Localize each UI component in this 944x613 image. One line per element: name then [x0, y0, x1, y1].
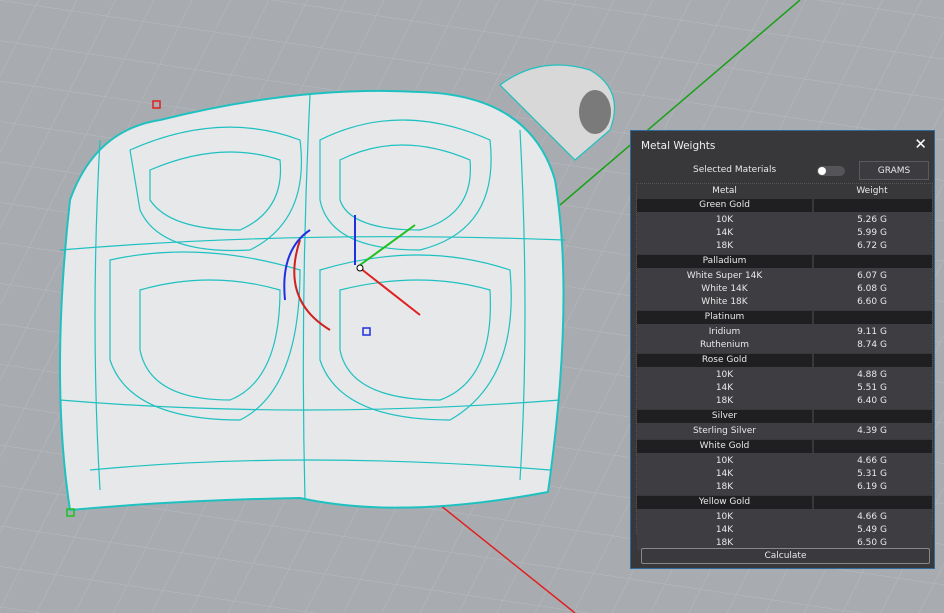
metal-weight: 6.19 G [857, 482, 887, 492]
metal-name: 10K [715, 370, 734, 380]
metal-name: 18K [715, 241, 734, 251]
metal-weight: 9.11 G [857, 327, 887, 337]
group-items: White Super 14K 6.07 G White 14K 6.08 G Whit… [637, 268, 932, 310]
metal-weight: 5.31 G [857, 469, 887, 479]
units-button[interactable]: GRAMS [859, 161, 929, 180]
metal-weight: 5.99 G [857, 228, 887, 238]
metal-name: 10K [715, 512, 734, 522]
metal-name: 14K [715, 383, 734, 393]
group-row[interactable]: Silver [637, 410, 932, 423]
group-weight [814, 440, 932, 453]
metal-weights-panel: Metal Weights ✕ Selected Materials GRAMS… [630, 130, 935, 569]
metal-name: Iridium [708, 327, 741, 337]
table-row[interactable]: Sterling Silver 4.39 G [637, 425, 932, 438]
metal-weight: 6.40 G [857, 396, 887, 406]
metal-weight: 8.74 G [857, 340, 887, 350]
metal-weight: 6.60 G [857, 297, 887, 307]
metal-name: White Super 14K [686, 271, 763, 281]
metal-name: 10K [715, 456, 734, 466]
table-row[interactable]: White 18K 6.60 G [637, 296, 932, 309]
group-row[interactable]: Green Gold [637, 199, 932, 212]
group-items: 10K 4.88 G 14K 5.51 G 18K 6.40 G [637, 367, 932, 409]
group-weight [814, 255, 932, 268]
column-header-weight: Weight [856, 186, 888, 196]
calculate-button[interactable]: Calculate [641, 548, 930, 564]
panel-title: Metal Weights [641, 140, 716, 152]
group-items: Iridium 9.11 G Ruthenium 8.74 G [637, 324, 932, 353]
table-row[interactable]: White Super 14K 6.07 G [637, 270, 932, 283]
group-items: 10K 4.66 G 14K 5.31 G 18K 6.19 G [637, 453, 932, 495]
group-name: Palladium [637, 255, 814, 268]
metal-weight: 5.49 G [857, 525, 887, 535]
selected-materials-toggle[interactable] [817, 166, 845, 176]
metal-weight: 6.08 G [857, 284, 887, 294]
group-row[interactable]: White Gold [637, 440, 932, 453]
group-row[interactable]: Platinum [637, 311, 932, 324]
metal-name: White 18K [701, 297, 748, 307]
group-name: White Gold [637, 440, 814, 453]
metal-name: 10K [715, 215, 734, 225]
group-name: Yellow Gold [637, 496, 814, 509]
table-row[interactable]: 14K 5.31 G [637, 468, 932, 481]
table-row[interactable]: 14K 5.51 G [637, 382, 932, 395]
table-row[interactable]: 10K 4.88 G [637, 369, 932, 382]
metal-weight: 5.51 G [857, 383, 887, 393]
group-weight [814, 311, 932, 324]
close-icon[interactable]: ✕ [914, 135, 927, 153]
table-row[interactable]: 10K 4.66 G [637, 455, 932, 468]
group-items: 10K 5.26 G 14K 5.99 G 18K 6.72 G [637, 212, 932, 254]
group-name: Platinum [637, 311, 814, 324]
group-row[interactable]: Rose Gold [637, 354, 932, 367]
group-weight [814, 199, 932, 212]
metal-name: 14K [715, 469, 734, 479]
metal-name: Sterling Silver [692, 426, 757, 436]
metal-weights-table: Metal Weight Green Gold 10K 5.26 G 14K 5.99 … [636, 183, 933, 551]
table-row[interactable]: 18K 6.72 G [637, 240, 932, 253]
metal-weight: 4.66 G [857, 512, 887, 522]
metal-name: White 14K [701, 284, 748, 294]
toggle-knob [818, 167, 826, 175]
group-weight [814, 496, 932, 509]
group-items: 10K 4.66 G 14K 5.49 G 18K 6.50 G [637, 509, 932, 551]
metal-name: 14K [715, 525, 734, 535]
table-row[interactable]: 14K 5.99 G [637, 227, 932, 240]
table-row[interactable]: 10K 4.66 G [637, 511, 932, 524]
group-name: Green Gold [637, 199, 814, 212]
selected-materials-row: Selected Materials GRAMS [631, 161, 934, 181]
table-row[interactable]: 18K 6.19 G [637, 481, 932, 494]
metal-weight: 4.88 G [857, 370, 887, 380]
group-name: Silver [637, 410, 814, 423]
table-row[interactable]: 14K 5.49 G [637, 524, 932, 537]
metal-name: 18K [715, 396, 734, 406]
table-row[interactable]: Iridium 9.11 G [637, 326, 932, 339]
metal-weight: 4.66 G [857, 456, 887, 466]
metal-weight: 4.39 G [857, 426, 887, 436]
table-row[interactable]: Ruthenium 8.74 G [637, 339, 932, 352]
column-header-metal: Metal [712, 186, 737, 196]
group-weight [814, 410, 932, 423]
table-header: Metal Weight [637, 184, 932, 198]
table-row[interactable]: 18K 6.40 G [637, 395, 932, 408]
metal-weight: 6.07 G [857, 271, 887, 281]
metal-name: Ruthenium [700, 340, 749, 350]
group-name: Rose Gold [637, 354, 814, 367]
metal-name: 14K [715, 228, 734, 238]
metal-name: 18K [715, 482, 734, 492]
metal-weight: 6.72 G [857, 241, 887, 251]
selected-materials-label: Selected Materials [693, 165, 777, 175]
group-row[interactable]: Palladium [637, 255, 932, 268]
table-row[interactable]: 10K 5.26 G [637, 214, 932, 227]
table-row[interactable]: White 14K 6.08 G [637, 283, 932, 296]
metal-weight: 5.26 G [857, 215, 887, 225]
group-row[interactable]: Yellow Gold [637, 496, 932, 509]
group-items: Sterling Silver 4.39 G [637, 423, 932, 439]
group-weight [814, 354, 932, 367]
